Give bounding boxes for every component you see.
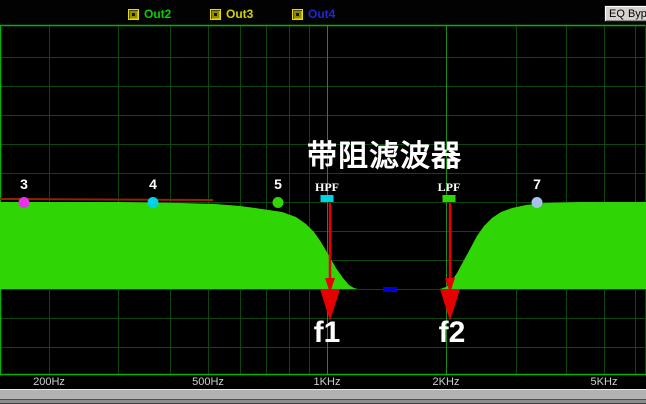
xtick-500hz: 500Hz (192, 376, 224, 388)
xtick-5khz: 5KHz (591, 376, 618, 388)
band6-handle[interactable] (383, 287, 397, 292)
xtick-1khz: 1KHz (314, 376, 341, 388)
marker-label-hpf: HPF (315, 179, 339, 195)
marker-handle-4[interactable] (148, 197, 159, 208)
marker-label-4: 4 (149, 176, 157, 192)
response-fill (0, 202, 646, 289)
xtick-2khz: 2KHz (433, 376, 460, 388)
f1-label: f1 (314, 317, 341, 349)
chart-title: 带阻滤波器 (307, 131, 646, 175)
marker-handle-5[interactable] (273, 197, 284, 208)
window-bottom-edge (0, 400, 646, 404)
xtick-200hz: 200Hz (33, 376, 65, 388)
marker-label-3: 3 (20, 176, 28, 192)
marker-label-7: 7 (533, 176, 541, 192)
marker-label-5: 5 (274, 176, 282, 192)
marker-handle-3[interactable] (19, 197, 30, 208)
marker-handle-7[interactable] (532, 197, 543, 208)
marker-handle-hpf[interactable] (321, 195, 334, 202)
marker-handle-lpf[interactable] (443, 195, 456, 202)
horizontal-scrollbar[interactable] (0, 389, 646, 400)
reference-curve-segment (0, 199, 213, 200)
f2-label: f2 (439, 317, 466, 349)
marker-label-lpf: LPF (438, 179, 461, 195)
